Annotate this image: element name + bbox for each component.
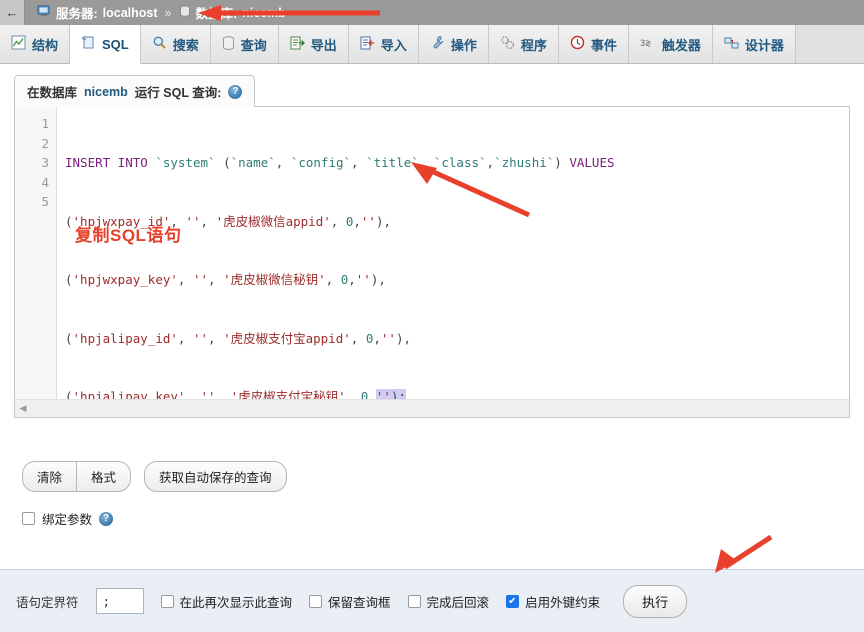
tab-label: 触发器	[661, 37, 701, 53]
foreign-key-checks-checkbox[interactable]	[506, 594, 520, 608]
option-label: 保留查询框	[328, 595, 391, 610]
query-icon	[222, 35, 235, 53]
structure-icon	[11, 35, 26, 53]
tab-sql[interactable]: SQL	[70, 25, 141, 64]
code-line: ('hpjalipay_key', '', '虎皮椒支付宝秘钥', 0,'');	[65, 387, 849, 399]
search-icon	[152, 35, 167, 53]
database-label: 数据库:	[195, 7, 238, 21]
panel-title: 在数据库 nicemb 运行 SQL 查询: ?	[14, 75, 256, 107]
option-show-query-again[interactable]: 在此再次显示此查询	[160, 592, 293, 611]
database-icon	[179, 4, 191, 21]
triggers-icon: 3≷	[640, 36, 656, 52]
option-keep-query-box[interactable]: 保留查询框	[309, 592, 391, 611]
panel-title-prefix: 在数据库	[27, 86, 78, 100]
rollback-checkbox[interactable]	[407, 594, 421, 608]
tab-designer[interactable]: 设计器	[712, 25, 796, 63]
tab-label: 操作	[450, 37, 477, 53]
export-icon	[290, 36, 305, 53]
query-options-bar: 语句定界符 在此再次显示此查询 保留查询框 完成后回滚 启用外键约束 执行	[0, 569, 864, 632]
sql-text[interactable]: INSERT INTO `system` (`name`, `config`, …	[57, 107, 849, 399]
line-number: 1	[41, 116, 49, 131]
tab-label: SQL	[102, 36, 129, 52]
clear-format-group: 清除 格式	[22, 461, 132, 492]
line-number: 2	[41, 135, 49, 151]
editor-horizontal-scrollbar[interactable]: ◀	[15, 399, 849, 417]
clear-button[interactable]: 清除	[22, 461, 77, 492]
tab-label: 程序	[520, 37, 547, 53]
copy-sql-annotation: 复制SQL语句	[75, 226, 182, 245]
option-enable-foreign-key-checks[interactable]: 启用外键约束	[506, 592, 600, 611]
sql-code-area[interactable]: 1 2 3 4 5 INSERT INTO `system` (`name`, …	[15, 107, 849, 399]
editor-action-buttons: 清除 格式 获取自动保存的查询	[22, 461, 287, 492]
option-label: 完成后回滚	[426, 595, 490, 610]
tab-query[interactable]: 查询	[210, 25, 279, 63]
bind-parameters-row: 绑定参数 ?	[22, 509, 114, 528]
tab-structure[interactable]: 结构	[0, 25, 71, 63]
tab-label: 查询	[240, 37, 267, 53]
server-monitor-icon	[37, 5, 51, 21]
tab-label: 设计器	[744, 37, 784, 53]
panel-title-suffix: 运行 SQL 查询:	[134, 86, 222, 100]
line-number-gutter: 1 2 3 4 5	[15, 107, 57, 399]
database-value[interactable]: nicemb	[242, 6, 286, 20]
sql-scroll-icon	[81, 35, 96, 53]
tab-export[interactable]: 导出	[278, 25, 349, 63]
breadcrumb-items: 服务器: localhost » 数据库: nicemb	[25, 3, 286, 22]
code-line: ('hpjalipay_id', '', '虎皮椒支付宝appid', 0,''…	[65, 330, 412, 346]
tab-triggers[interactable]: 3≷ 触发器	[628, 25, 713, 63]
code-line: ('hpjwxpay_key', '', '虎皮椒微信秘钥', 0,''),	[65, 272, 386, 287]
designer-icon	[724, 36, 739, 53]
keep-query-box-checkbox[interactable]	[309, 594, 323, 608]
get-autosaved-query-button[interactable]: 获取自动保存的查询	[144, 461, 287, 492]
tab-label: 导出	[310, 37, 337, 53]
format-button[interactable]: 格式	[76, 461, 132, 492]
option-rollback-when-finished[interactable]: 完成后回滚	[407, 592, 490, 611]
tab-label: 事件	[590, 37, 617, 53]
back-arrow-icon[interactable]: ←	[0, 0, 25, 25]
import-icon	[360, 36, 375, 53]
scroll-left-arrow-icon[interactable]: ◀	[15, 403, 31, 414]
show-query-again-checkbox[interactable]	[160, 594, 174, 608]
wrench-icon	[430, 35, 445, 53]
breadcrumb: ← 服务器: localhost » 数据库: nicemb	[0, 0, 864, 25]
line-number: 3	[41, 155, 49, 170]
bind-parameters-checkbox[interactable]	[22, 512, 35, 525]
line-number: 5	[41, 194, 49, 209]
tab-routines[interactable]: 程序	[488, 25, 559, 63]
tab-operations[interactable]: 操作	[418, 25, 489, 63]
phpmyadmin-sql-page: ← 服务器: localhost » 数据库: nicemb 结构 SQL 搜索…	[0, 0, 864, 632]
bind-parameters-label: 绑定参数	[42, 513, 93, 527]
breadcrumb-separator: »	[164, 5, 172, 20]
option-label: 启用外键约束	[525, 595, 601, 610]
server-value[interactable]: localhost	[103, 6, 158, 20]
tab-search[interactable]: 搜索	[140, 25, 211, 63]
code-line: ('hpjwxpay_id', '', '虎皮椒微信appid', 0,''),	[65, 213, 391, 229]
panel-title-database: nicemb	[84, 84, 128, 99]
execute-button[interactable]: 执行	[623, 584, 688, 618]
sql-query-panel: 在数据库 nicemb 运行 SQL 查询: ? 1 2 3 4 5 INSER…	[14, 75, 850, 418]
server-label: 服务器:	[56, 7, 98, 21]
tab-bar: 结构 SQL 搜索 查询 导出 导入 操作 程序 事件 3≷ 触发器 设计器	[0, 25, 864, 64]
routines-icon	[500, 35, 515, 53]
option-label: 在此再次显示此查询	[179, 595, 293, 610]
tab-label: 搜索	[172, 37, 199, 53]
tab-label: 导入	[380, 37, 407, 53]
red-arrow-pointing-to-execute	[715, 534, 773, 573]
tab-events[interactable]: 事件	[558, 25, 629, 63]
selected-sql-fragment: '');	[375, 389, 406, 399]
tab-label: 结构	[32, 37, 59, 53]
delimiter-input[interactable]	[95, 588, 144, 614]
line-number: 4	[41, 174, 49, 190]
delimiter-label: 语句定界符	[16, 595, 79, 610]
help-question-icon[interactable]: ?	[228, 84, 243, 99]
code-line: INSERT INTO `system` (`name`, `config`, …	[65, 155, 615, 170]
tab-import[interactable]: 导入	[348, 25, 419, 63]
svg-text:3≷: 3≷	[640, 39, 651, 49]
sql-editor[interactable]: 1 2 3 4 5 INSERT INTO `system` (`name`, …	[14, 106, 850, 418]
events-clock-icon	[570, 35, 585, 53]
help-question-icon[interactable]: ?	[99, 511, 114, 526]
